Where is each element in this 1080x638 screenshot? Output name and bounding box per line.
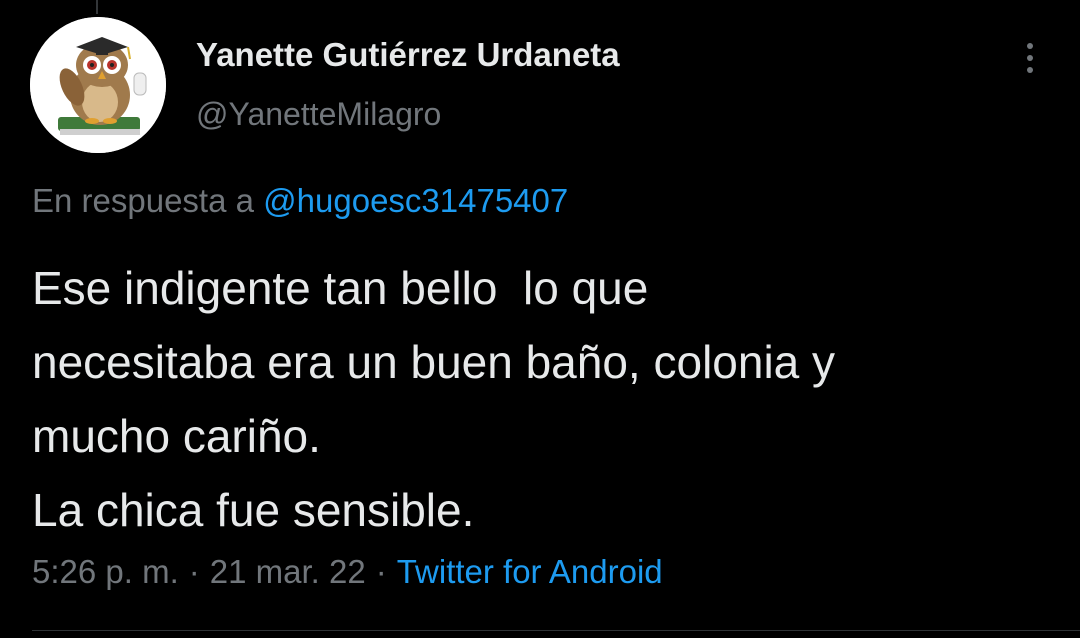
avatar[interactable] bbox=[30, 17, 166, 153]
owl-avatar-icon bbox=[30, 17, 166, 153]
meta-separator: · bbox=[188, 553, 200, 590]
tweet-text-line: Ese indigente tan bello lo que bbox=[32, 262, 649, 314]
divider bbox=[32, 630, 1080, 631]
tweet-text-line: necesitaba era un buen baño, colonia y bbox=[32, 336, 836, 388]
more-dots-icon bbox=[1027, 67, 1033, 73]
user-handle[interactable]: @YanetteMilagro bbox=[196, 96, 441, 133]
more-options-button[interactable] bbox=[1010, 38, 1050, 78]
tweet-date[interactable]: 21 mar. 22 bbox=[210, 553, 366, 590]
reply-mention-link[interactable]: @hugoesc31475407 bbox=[263, 182, 568, 219]
reply-context: En respuesta a @hugoesc31475407 bbox=[32, 182, 568, 220]
tweet-text-line: La chica fue sensible. bbox=[32, 484, 475, 536]
reply-prefix: En respuesta a bbox=[32, 182, 254, 219]
tweet-metadata: 5:26 p. m. · 21 mar. 22 · Twitter for Androi… bbox=[32, 553, 663, 591]
meta-separator: · bbox=[375, 553, 387, 590]
more-dots-icon bbox=[1027, 55, 1033, 61]
tweet-text: Ese indigente tan bello lo que necesitab… bbox=[32, 251, 1052, 547]
display-name[interactable]: Yanette Gutiérrez Urdaneta bbox=[196, 36, 620, 74]
tweet-source-link[interactable]: Twitter for Android bbox=[397, 553, 663, 590]
tweet-text-line: mucho cariño. bbox=[32, 410, 321, 462]
more-dots-icon bbox=[1027, 43, 1033, 49]
tweet-time[interactable]: 5:26 p. m. bbox=[32, 553, 179, 590]
thread-connector-line bbox=[96, 0, 98, 14]
